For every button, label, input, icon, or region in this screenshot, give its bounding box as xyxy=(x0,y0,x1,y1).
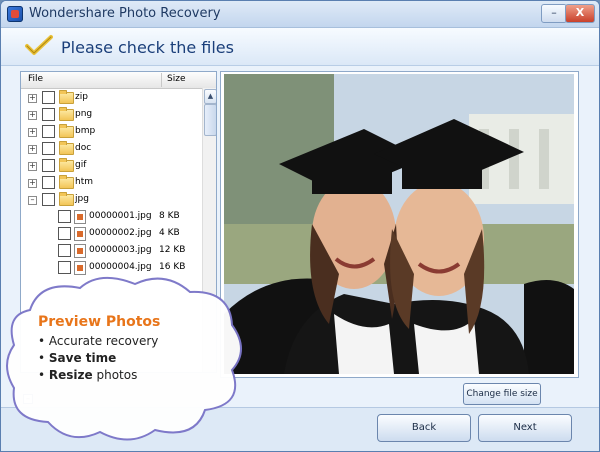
folder-row-htm[interactable]: + htm xyxy=(21,175,201,191)
bullet-icon: • xyxy=(38,368,46,382)
folder-label: htm xyxy=(75,177,93,187)
scroll-thumb[interactable] xyxy=(204,104,216,136)
folder-checkbox[interactable] xyxy=(42,91,55,104)
scroll-up-arrow-icon[interactable]: ▲ xyxy=(204,89,216,104)
folder-label: gif xyxy=(75,160,87,170)
folder-icon xyxy=(59,124,74,138)
folder-checkbox[interactable] xyxy=(42,193,55,206)
next-button[interactable]: Next xyxy=(478,414,572,442)
folder-row-jpg[interactable]: – jpg xyxy=(21,192,201,208)
callout-item-text: Accurate recovery xyxy=(48,334,159,348)
bullet-icon: • xyxy=(38,351,46,365)
column-header-size[interactable]: Size xyxy=(167,74,185,84)
jpg-file-icon xyxy=(74,244,86,258)
checkmark-icon xyxy=(25,35,53,55)
folder-icon xyxy=(59,192,74,206)
file-size: 12 KB xyxy=(159,245,186,255)
folder-icon xyxy=(59,90,74,104)
callout-item-text: photos xyxy=(92,368,138,382)
column-header-file[interactable]: File xyxy=(28,74,43,84)
folder-checkbox[interactable] xyxy=(42,108,55,121)
expand-icon[interactable]: + xyxy=(28,128,37,137)
callout-item: • Save time xyxy=(38,351,228,365)
page-title: Please check the files xyxy=(61,38,234,57)
file-size: 8 KB xyxy=(159,211,180,221)
file-name: 00000003.jpg xyxy=(89,245,152,255)
expand-icon[interactable]: + xyxy=(28,179,37,188)
file-row[interactable]: 00000002.jpg 4 KB xyxy=(21,226,201,242)
file-name: 00000002.jpg xyxy=(89,228,152,238)
folder-checkbox[interactable] xyxy=(42,142,55,155)
folder-row-gif[interactable]: + gif xyxy=(21,158,201,174)
folder-row-zip[interactable]: + zip xyxy=(21,90,201,106)
folder-label: jpg xyxy=(75,194,89,204)
title-bar[interactable]: Wondershare Photo Recovery – X xyxy=(1,1,599,28)
window-title: Wondershare Photo Recovery xyxy=(29,6,221,21)
column-divider[interactable] xyxy=(161,73,162,87)
preview-photo xyxy=(224,74,574,374)
folder-row-png[interactable]: + png xyxy=(21,107,201,123)
photo-preview-panel xyxy=(220,71,579,378)
callout-content: Preview Photos • Accurate recovery • Sav… xyxy=(28,314,228,385)
file-name: 00000001.jpg xyxy=(89,211,152,221)
file-checkbox[interactable] xyxy=(58,227,71,240)
jpg-file-icon xyxy=(74,210,86,224)
callout-title: Preview Photos xyxy=(38,314,161,330)
file-checkbox[interactable] xyxy=(58,244,71,257)
folder-checkbox[interactable] xyxy=(42,159,55,172)
folder-row-doc[interactable]: + doc xyxy=(21,141,201,157)
file-row[interactable]: 00000001.jpg 8 KB xyxy=(21,209,201,225)
graduates-photo-illustration xyxy=(224,74,574,374)
minimize-button[interactable]: – xyxy=(541,4,567,23)
folder-label: zip xyxy=(75,92,88,102)
expand-icon[interactable]: + xyxy=(28,94,37,103)
close-button[interactable]: X xyxy=(565,4,595,23)
jpg-file-icon xyxy=(74,227,86,241)
folder-icon xyxy=(59,107,74,121)
folder-row-bmp[interactable]: + bmp xyxy=(21,124,201,140)
app-logo-icon xyxy=(7,6,23,22)
folder-icon xyxy=(59,175,74,189)
callout-item-bold: Save time xyxy=(48,351,117,365)
callout-item: • Accurate recovery xyxy=(38,334,228,348)
bullet-icon: • xyxy=(38,334,46,348)
callout-item: • Resize photos xyxy=(38,368,228,382)
step-header: Please check the files xyxy=(1,28,599,66)
file-row[interactable]: 00000003.jpg 12 KB xyxy=(21,243,201,259)
file-list-header: File Size xyxy=(21,72,216,89)
folder-label: doc xyxy=(75,143,92,153)
folder-label: bmp xyxy=(75,126,96,136)
folder-label: png xyxy=(75,109,93,119)
folder-icon xyxy=(59,141,74,155)
file-size: 4 KB xyxy=(159,228,180,238)
back-button[interactable]: Back xyxy=(377,414,471,442)
expand-icon[interactable]: + xyxy=(28,145,37,154)
expand-icon[interactable]: + xyxy=(28,162,37,171)
folder-checkbox[interactable] xyxy=(42,176,55,189)
folder-checkbox[interactable] xyxy=(42,125,55,138)
file-checkbox[interactable] xyxy=(58,210,71,223)
collapse-icon[interactable]: – xyxy=(28,196,37,205)
folder-icon xyxy=(59,158,74,172)
change-file-size-button[interactable]: Change file size xyxy=(463,383,541,405)
expand-icon[interactable]: + xyxy=(28,111,37,120)
callout-item-bold: Resize xyxy=(48,368,93,382)
